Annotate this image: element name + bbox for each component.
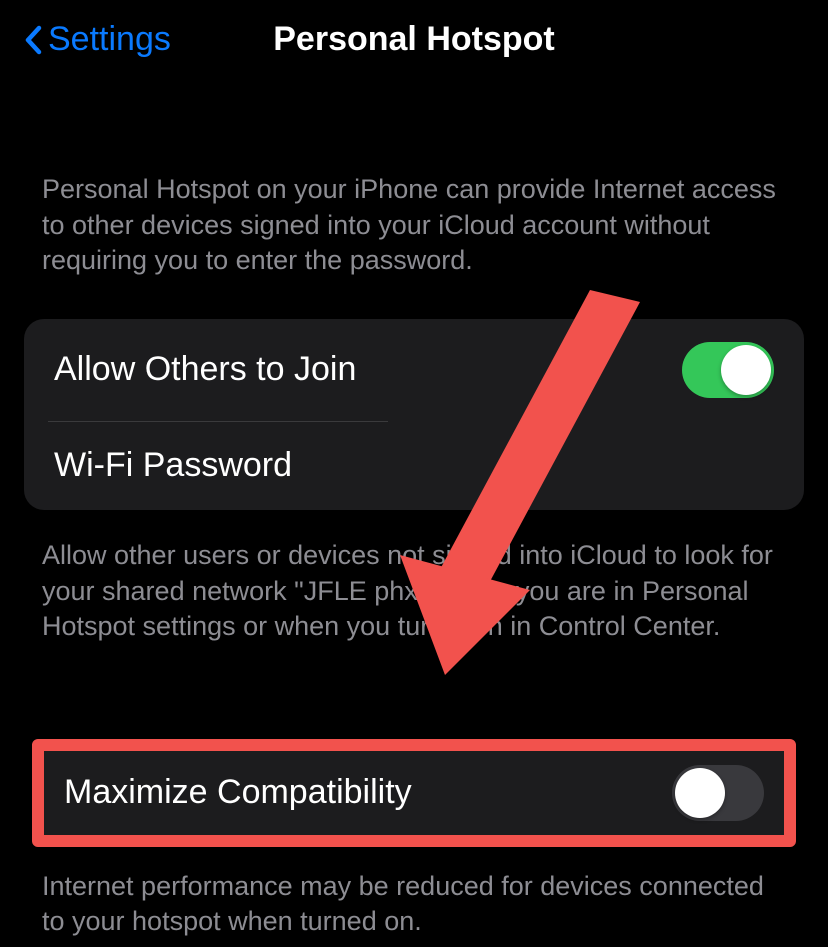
allow-others-label: Allow Others to Join [54, 350, 356, 389]
highlighted-setting-container: Maximize Compatibility [38, 745, 790, 841]
maximize-compatibility-row[interactable]: Maximize Compatibility [38, 745, 790, 841]
wifi-password-label: Wi-Fi Password [54, 446, 292, 485]
settings-group-main: Allow Others to Join Wi-Fi Password [24, 319, 804, 510]
toggle-knob [721, 345, 771, 395]
intro-description: Personal Hotspot on your iPhone can prov… [0, 172, 828, 279]
maximize-compatibility-toggle[interactable] [672, 765, 764, 821]
allow-others-row[interactable]: Allow Others to Join [24, 319, 804, 421]
back-label: Settings [48, 20, 171, 59]
maximize-compatibility-label: Maximize Compatibility [64, 773, 412, 812]
chevron-left-icon [24, 25, 42, 55]
group1-footer-text: Allow other users or devices not signed … [0, 538, 828, 645]
toggle-knob [675, 768, 725, 818]
allow-others-toggle[interactable] [682, 342, 774, 398]
back-button[interactable]: Settings [24, 20, 171, 59]
wifi-password-row[interactable]: Wi-Fi Password [24, 422, 804, 510]
page-title: Personal Hotspot [273, 20, 554, 59]
navigation-header: Settings Personal Hotspot [0, 0, 828, 72]
group2-footer-text: Internet performance may be reduced for … [0, 869, 828, 940]
